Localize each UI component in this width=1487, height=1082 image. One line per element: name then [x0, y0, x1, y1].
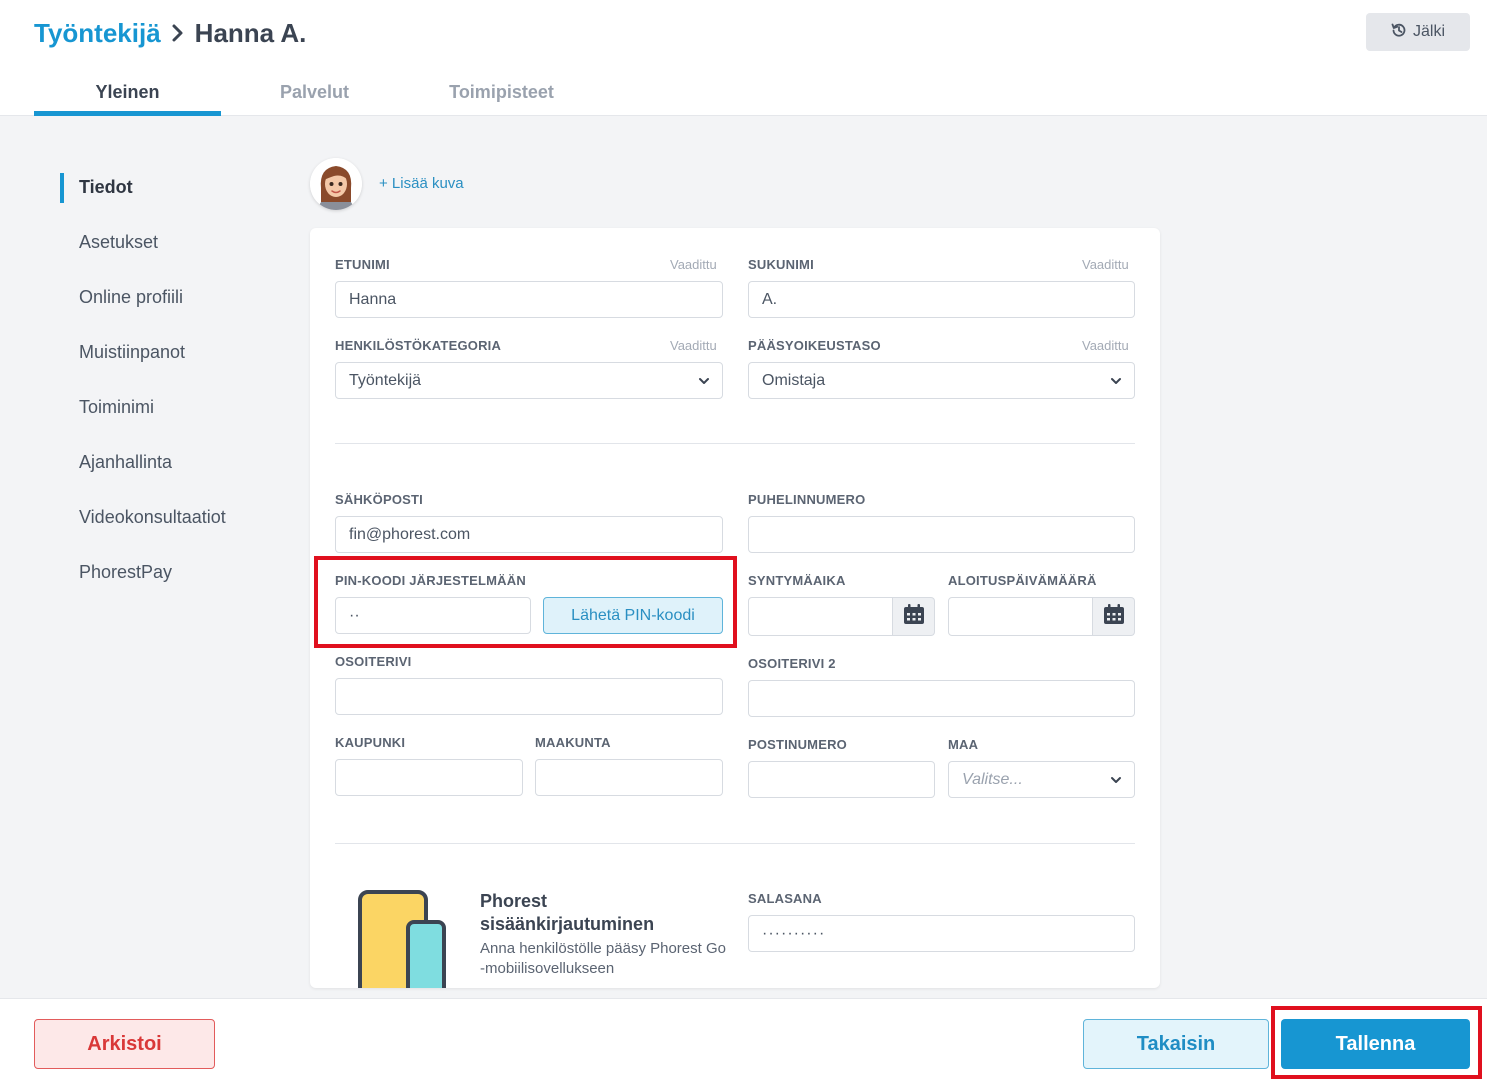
access-level-select[interactable]: Omistaja [748, 362, 1135, 399]
sidenav-item-online-profile[interactable]: Online profiili [60, 270, 290, 325]
calendar-icon [903, 603, 925, 630]
tab-bar: Yleinen Palvelut Toimipisteet [34, 68, 595, 116]
birth-date-label: SYNTYMÄAIKA [748, 573, 846, 588]
tab-services[interactable]: Palvelut [221, 68, 408, 116]
sidenav-item-video-consultations[interactable]: Videokonsultaatiot [60, 490, 290, 545]
pin-label: PIN-KOODI JÄRJESTELMÄÄN [335, 573, 526, 588]
address1-label: OSOITERIVI [335, 654, 412, 669]
tab-locations[interactable]: Toimipisteet [408, 68, 595, 116]
access-level-value: Omistaja [762, 371, 826, 389]
staff-category-label: HENKILÖSTÖKATEGORIA [335, 338, 502, 353]
page-footer: Arkistoi Takaisin Tallenna [0, 998, 1487, 1082]
postcode-label: POSTINUMERO [748, 737, 847, 752]
address1-input[interactable] [335, 678, 723, 715]
chevron-down-icon [698, 374, 710, 392]
postcode-input[interactable] [748, 761, 935, 798]
email-label: SÄHKÖPOSTI [335, 492, 423, 507]
last-name-label: SUKUNIMI [748, 257, 814, 272]
sidenav-item-settings[interactable]: Asetukset [60, 215, 290, 270]
staff-form-card: ETUNIMI Vaadittu Hanna SUKUNIMI Vaadittu… [310, 228, 1160, 988]
email-input[interactable]: fin@phorest.com [335, 516, 723, 553]
start-date-input[interactable] [948, 597, 1093, 636]
birth-date-input[interactable] [748, 597, 893, 636]
add-photo-link[interactable]: + Lisää kuva [379, 175, 464, 192]
login-section-title: Phorest sisäänkirjautuminen [480, 891, 655, 934]
phone-input[interactable] [748, 516, 1135, 553]
phone-label: PUHELINNUMERO [748, 492, 866, 507]
last-name-input[interactable]: A. [748, 281, 1135, 318]
breadcrumb-parent-link[interactable]: Työntekijä [34, 18, 161, 49]
history-button[interactable]: Jälki [1366, 13, 1470, 51]
start-date-label: ALOITUSPÄIVÄMÄÄRÄ [948, 573, 1097, 588]
breadcrumb: Työntekijä Hanna A. [34, 16, 306, 50]
region-input[interactable] [535, 759, 723, 796]
tab-general[interactable]: Yleinen [34, 68, 221, 116]
city-label: KAUPUNKI [335, 735, 406, 750]
access-level-required: Vaadittu [1082, 338, 1129, 353]
first-name-required: Vaadittu [670, 257, 717, 272]
address2-label: OSOITERIVI 2 [748, 656, 836, 671]
history-label: Jälki [1412, 23, 1445, 40]
sidenav-item-notes[interactable]: Muistiinpanot [60, 325, 290, 380]
section-divider [335, 443, 1135, 444]
back-button[interactable]: Takaisin [1083, 1019, 1269, 1069]
first-name-input[interactable]: Hanna [335, 281, 723, 318]
sidenav-item-details[interactable]: Tiedot [60, 160, 290, 215]
login-section-description: Anna henkilöstölle pääsy Phorest Go -mob… [480, 940, 726, 977]
country-placeholder: Valitse... [962, 770, 1023, 788]
address2-input[interactable] [748, 680, 1135, 717]
birth-date-calendar-button[interactable] [893, 597, 935, 636]
archive-button[interactable]: Arkistoi [34, 1019, 215, 1069]
side-navigation: Tiedot Asetukset Online profiili Muistii… [60, 160, 290, 600]
chevron-down-icon [1110, 773, 1122, 791]
history-icon [1391, 22, 1407, 43]
staff-category-select[interactable]: Työntekijä [335, 362, 723, 399]
region-label: MAAKUNTA [535, 735, 611, 750]
pin-input[interactable]: ·· [335, 597, 531, 634]
city-input[interactable] [335, 759, 523, 796]
password-input[interactable]: ·········· [748, 915, 1135, 952]
start-date-calendar-button[interactable] [1093, 597, 1135, 636]
section-divider [335, 843, 1135, 844]
staff-category-value: Työntekijä [349, 371, 422, 389]
chevron-down-icon [1110, 374, 1122, 392]
access-level-label: PÄÄSYOIKEUSTASO [748, 338, 881, 353]
save-button[interactable]: Tallenna [1281, 1019, 1470, 1069]
last-name-required: Vaadittu [1082, 257, 1129, 272]
page-header: Työntekijä Hanna A. Jälki Yleinen Palvel… [0, 0, 1487, 116]
password-label: SALASANA [748, 891, 822, 906]
sidenav-item-phorestpay[interactable]: PhorestPay [60, 545, 290, 600]
chevron-right-icon [161, 18, 195, 48]
calendar-icon [1103, 603, 1125, 630]
phone-illustration-icon [358, 888, 448, 988]
avatar[interactable] [310, 158, 362, 210]
breadcrumb-current: Hanna A. [194, 17, 307, 48]
first-name-label: ETUNIMI [335, 257, 390, 272]
country-label: MAA [948, 737, 979, 752]
staff-category-required: Vaadittu [670, 338, 717, 353]
sidenav-item-business-name[interactable]: Toiminimi [60, 380, 290, 435]
sidenav-item-time-management[interactable]: Ajanhallinta [60, 435, 290, 490]
send-pin-button[interactable]: Lähetä PIN-koodi [543, 597, 723, 634]
country-select[interactable]: Valitse... [948, 761, 1135, 798]
